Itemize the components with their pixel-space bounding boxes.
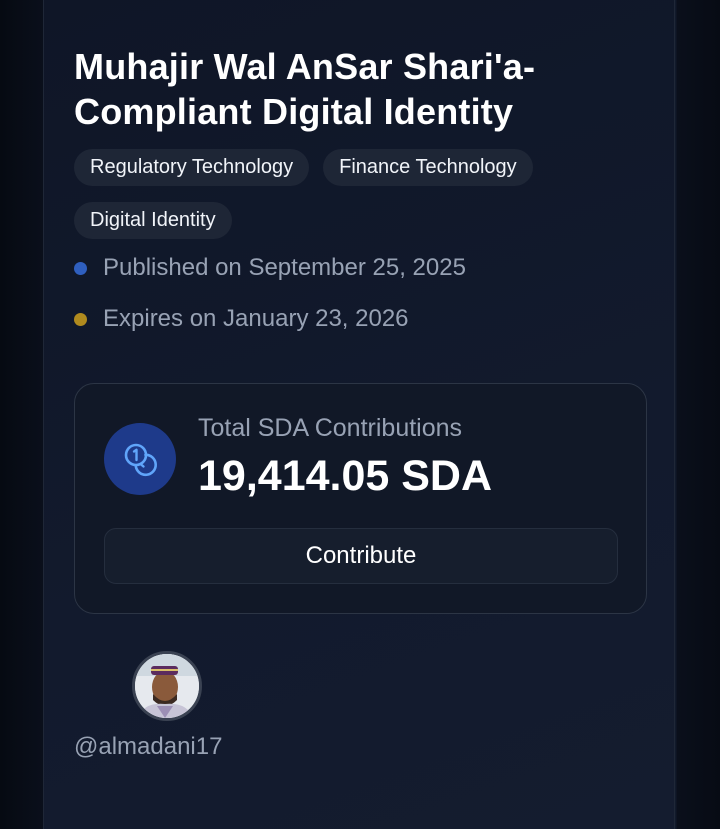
expires-dot-icon	[74, 312, 87, 326]
listing-title: Muhajir Wal AnSar Shari'a-Compliant Digi…	[74, 46, 536, 132]
author-avatar[interactable]	[132, 651, 202, 721]
author-username[interactable]: @almadani17	[74, 733, 222, 761]
tag-list: Regulatory Technology Finance Technology…	[74, 149, 634, 239]
tag-digital-identity[interactable]: Digital Identity	[74, 202, 232, 239]
expires-text: Expires on January 23, 2026	[103, 305, 409, 332]
expires-date: Expires on January 23, 2026	[74, 305, 409, 333]
contributions-card: Total SDA Contributions 19,414.05 SDA Co…	[74, 383, 647, 614]
contributions-label: Total SDA Contributions	[198, 414, 463, 442]
contribute-button[interactable]: Contribute	[104, 528, 618, 584]
page: Muhajir Wal AnSar Shari'a-Compliant Digi…	[0, 0, 720, 829]
tag-regulatory-technology[interactable]: Regulatory Technology	[74, 149, 310, 186]
coins-icon	[104, 423, 176, 495]
tag-finance-technology[interactable]: Finance Technology	[323, 149, 533, 186]
published-date: Published on September 25, 2025	[74, 254, 466, 282]
published-text: Published on September 25, 2025	[103, 254, 466, 281]
published-dot-icon	[74, 261, 87, 275]
contributions-total: 19,414.05 SDA	[198, 452, 493, 500]
listing-panel: Muhajir Wal AnSar Shari'a-Compliant Digi…	[43, 0, 675, 829]
